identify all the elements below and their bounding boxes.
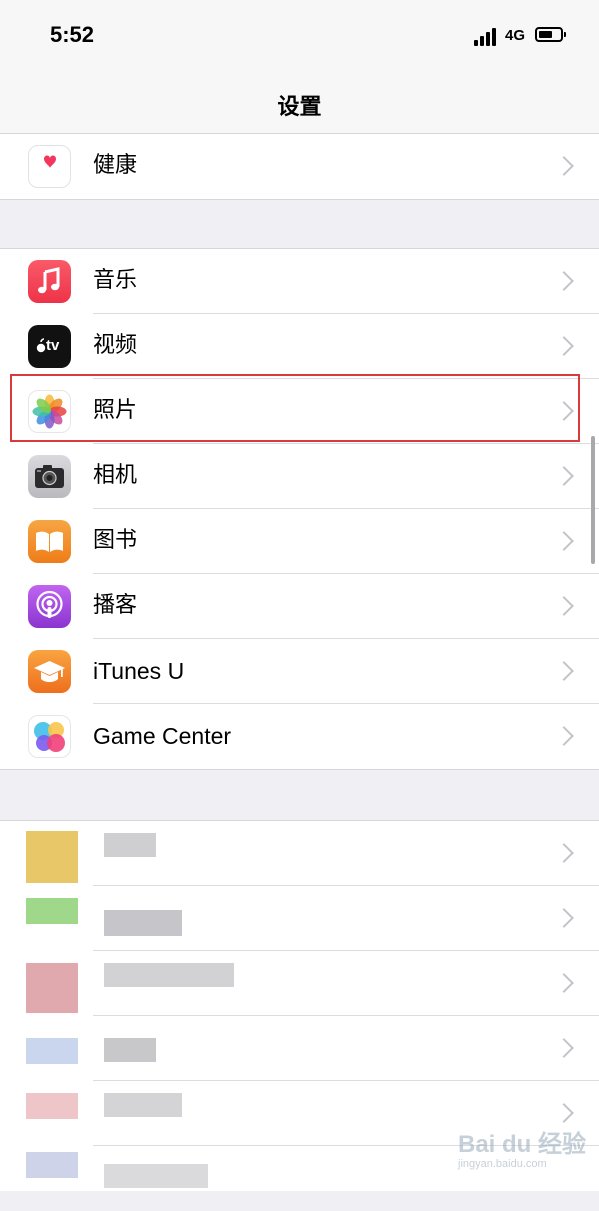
app-icon-pixelated bbox=[26, 1038, 78, 1064]
baidu-jingyan-watermark: Bai du 经验 jingyan.baidu.com bbox=[458, 1118, 588, 1178]
music-icon bbox=[28, 260, 71, 303]
settings-row-camera[interactable]: 相机 bbox=[0, 444, 599, 509]
chevron-right-icon bbox=[554, 464, 577, 488]
settings-group-media: 音乐 tv 视频 照片 相机 图书 播客 iTunes U Game Cente… bbox=[0, 248, 599, 770]
app-label-pixelated bbox=[104, 1093, 182, 1117]
settings-row-label: 音乐 bbox=[93, 268, 138, 293]
chevron-right-icon bbox=[554, 269, 577, 293]
status-bar: 5:52 4G bbox=[0, 0, 599, 70]
chevron-right-icon bbox=[554, 841, 577, 865]
apple-tv-icon: tv bbox=[28, 325, 71, 368]
settings-group-health: 健康 bbox=[0, 133, 599, 200]
chevron-right-icon bbox=[554, 906, 577, 930]
app-icon-pixelated bbox=[26, 963, 78, 1013]
page-title: 设置 bbox=[277, 95, 322, 120]
app-label-pixelated bbox=[104, 1038, 156, 1062]
app-icon-pixelated bbox=[26, 1152, 78, 1178]
watermark-url: jingyan.baidu.com bbox=[458, 1158, 547, 1170]
app-label-pixelated bbox=[104, 963, 234, 987]
settings-row-health[interactable]: 健康 bbox=[0, 134, 599, 199]
settings-row-label: 健康 bbox=[93, 153, 138, 178]
game-center-icon bbox=[28, 715, 71, 758]
settings-row-label: Game Center bbox=[93, 723, 232, 749]
chevron-right-icon bbox=[554, 971, 577, 995]
network-type: 4G bbox=[505, 27, 526, 44]
chevron-right-icon bbox=[554, 334, 577, 358]
settings-row-tv[interactable]: tv 视频 bbox=[0, 314, 599, 379]
chevron-right-icon bbox=[554, 724, 577, 748]
app-icon-pixelated bbox=[26, 831, 78, 883]
scrollbar[interactable] bbox=[591, 436, 595, 564]
settings-row-pixelated-app[interactable] bbox=[0, 821, 599, 886]
battery-icon bbox=[535, 27, 566, 42]
chevron-right-icon bbox=[554, 594, 577, 618]
itunes-u-icon bbox=[28, 650, 71, 693]
app-icon-pixelated bbox=[26, 898, 78, 924]
camera-icon bbox=[28, 455, 71, 498]
settings-row-music[interactable]: 音乐 bbox=[0, 249, 599, 314]
status-time: 5:52 bbox=[50, 22, 95, 47]
navigation-bar: 设置 bbox=[0, 70, 599, 135]
settings-row-pixelated-app[interactable] bbox=[0, 1016, 599, 1081]
photos-highlight-box bbox=[10, 374, 580, 442]
watermark-brand: Bai du 经验 bbox=[458, 1131, 587, 1158]
books-icon bbox=[28, 520, 71, 563]
chevron-right-icon bbox=[554, 529, 577, 553]
app-label-pixelated bbox=[104, 910, 182, 936]
settings-row-label: 播客 bbox=[93, 593, 138, 618]
app-icon-pixelated bbox=[26, 1093, 78, 1119]
app-label-pixelated bbox=[104, 833, 156, 857]
settings-row-label: 图书 bbox=[93, 528, 138, 553]
settings-row-label: 相机 bbox=[93, 463, 138, 488]
tv-icon-text: tv bbox=[46, 337, 60, 354]
podcasts-icon bbox=[28, 585, 71, 628]
chevron-right-icon bbox=[554, 1036, 577, 1060]
settings-row-label: 视频 bbox=[93, 333, 138, 358]
chevron-right-icon bbox=[554, 154, 577, 178]
settings-row-pixelated-app[interactable] bbox=[0, 886, 599, 951]
settings-row-game-center[interactable]: Game Center bbox=[0, 704, 599, 769]
chevron-right-icon bbox=[554, 659, 577, 683]
settings-row-books[interactable]: 图书 bbox=[0, 509, 599, 574]
health-heart-icon bbox=[28, 145, 71, 188]
settings-row-pixelated-app[interactable] bbox=[0, 951, 599, 1016]
app-label-pixelated bbox=[104, 1164, 208, 1188]
cellular-signal-icon bbox=[474, 28, 498, 46]
settings-row-itunes-u[interactable]: iTunes U bbox=[0, 639, 599, 704]
settings-row-label: iTunes U bbox=[93, 658, 185, 684]
settings-row-podcasts[interactable]: 播客 bbox=[0, 574, 599, 639]
